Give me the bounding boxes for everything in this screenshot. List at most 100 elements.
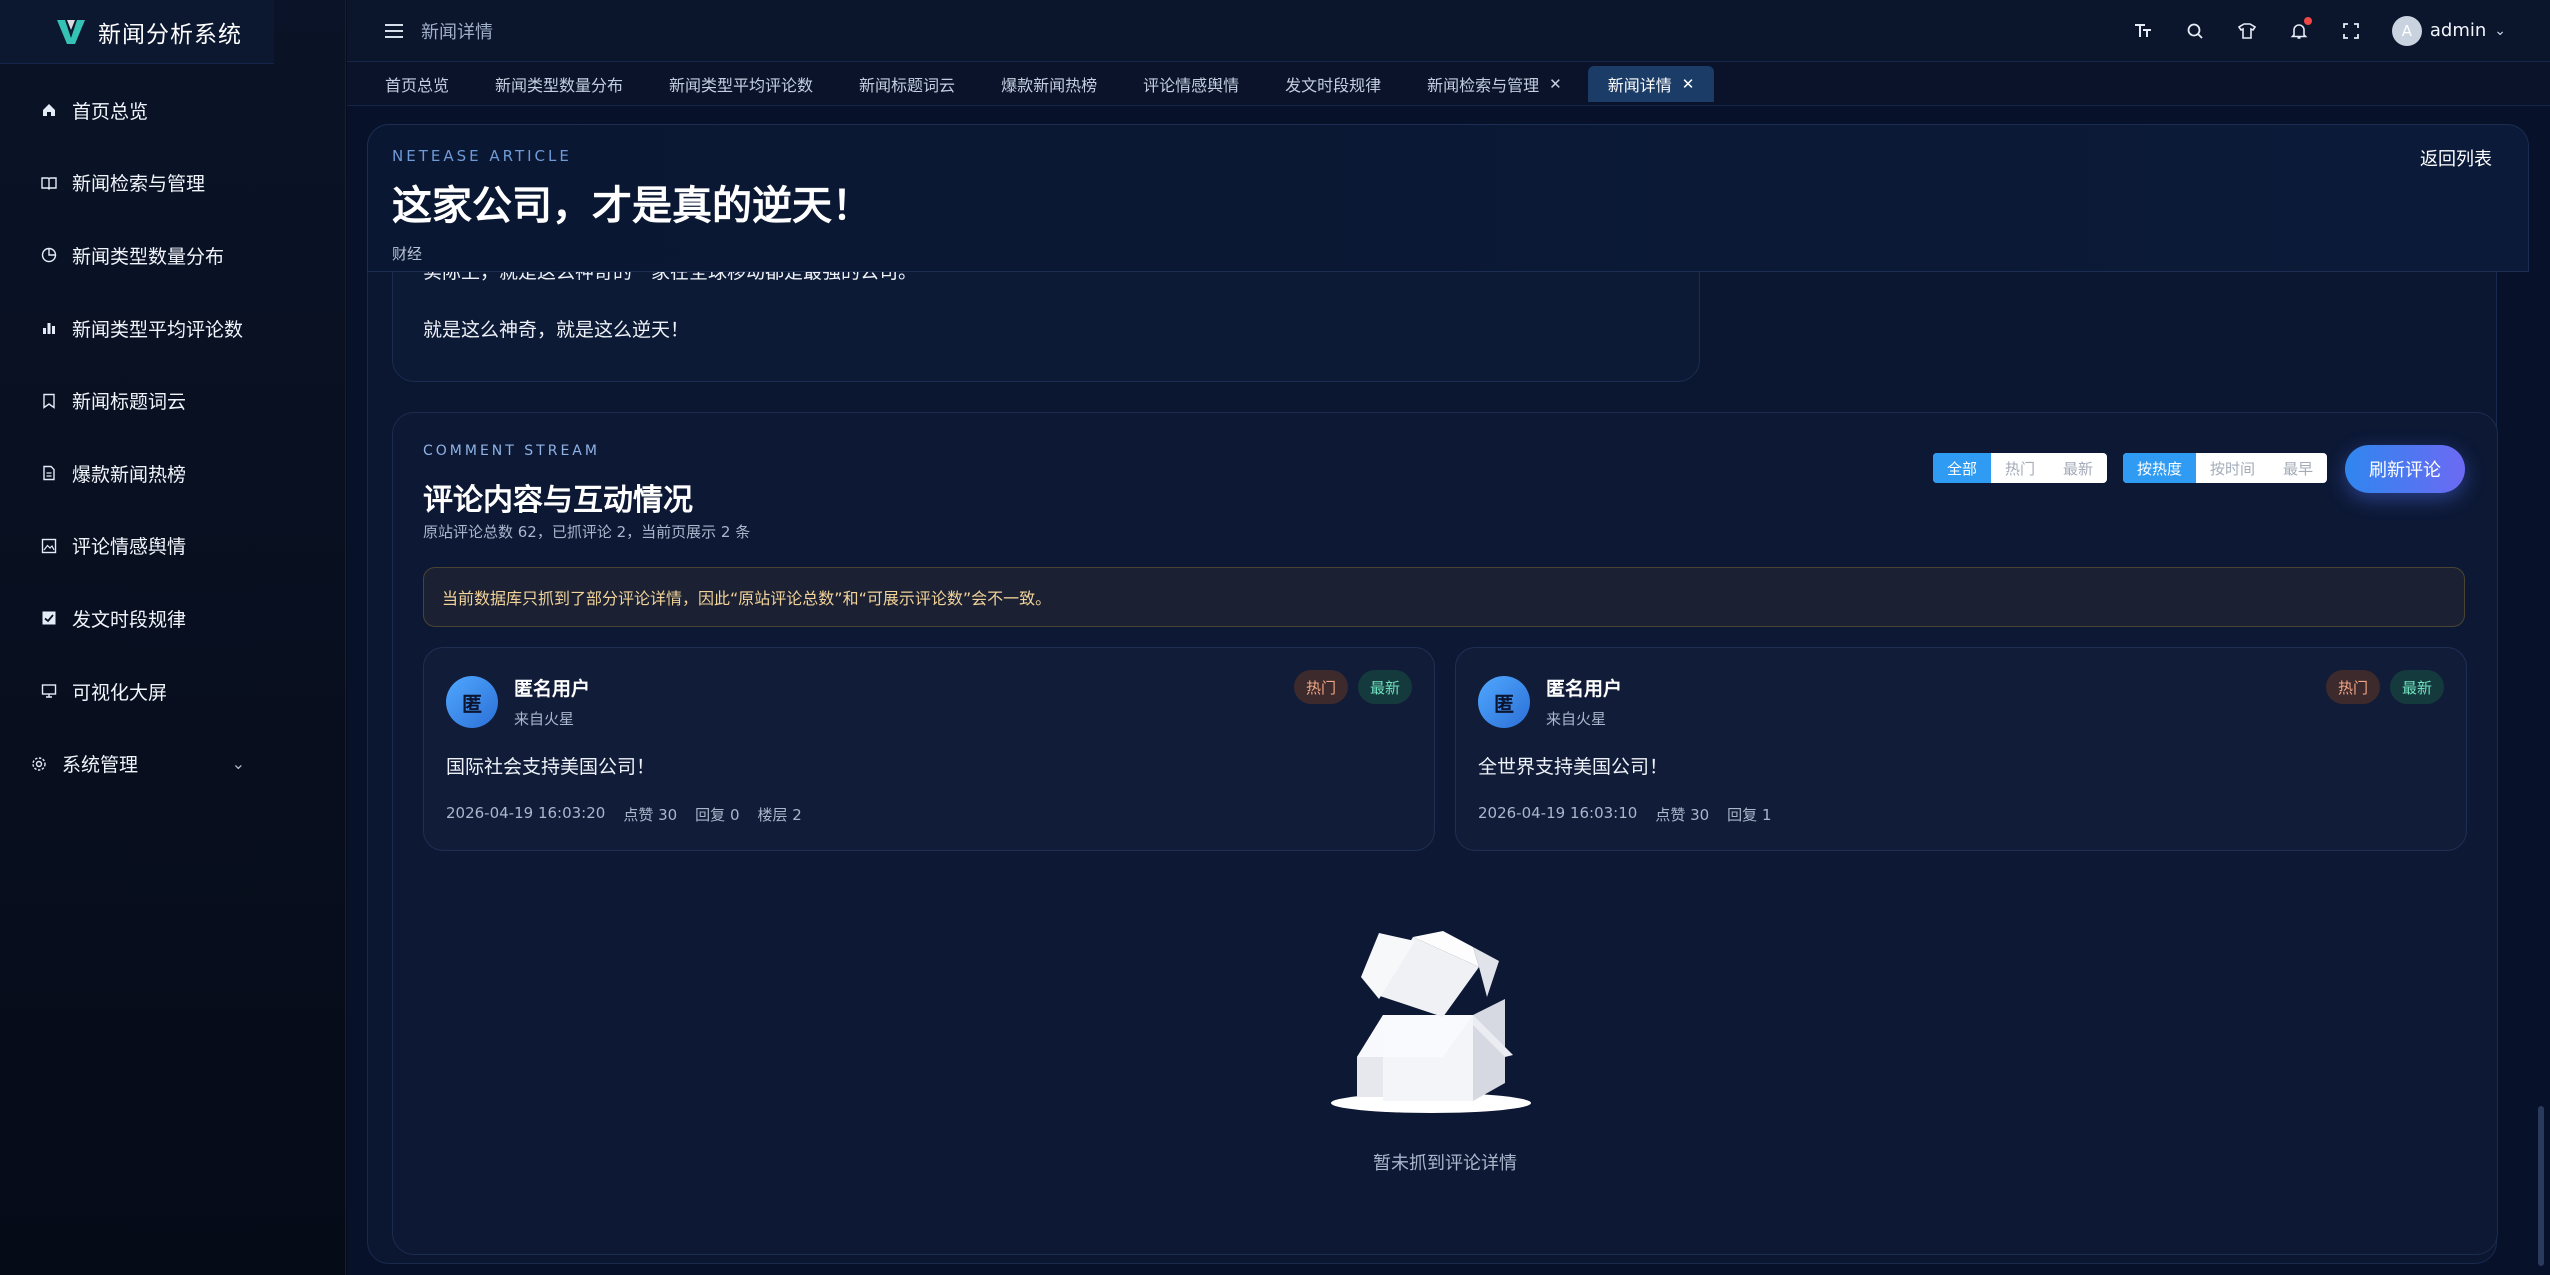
tab-news-detail[interactable]: 新闻详情 ✕ [1587,65,1715,102]
comment-author: 匿名用户 [514,678,591,700]
user-menu[interactable]: A admin ⌄ [2391,15,2506,46]
comment-text: 全世界支持美国公司！ [1478,756,1669,778]
tab-avg-comments[interactable]: 新闻类型平均评论数 [649,66,833,102]
document-icon [40,464,58,482]
scrollbar[interactable] [2538,1106,2544,1266]
home-icon [40,101,58,119]
pie-chart-icon [40,246,58,264]
comment-sort-segment: 按热度 按时间 最早 [2123,453,2328,483]
tab-news-search[interactable]: 新闻检索与管理 ✕ [1407,66,1582,102]
tab-label: 新闻类型数量分布 [495,75,624,95]
comment-text: 国际社会支持美国公司！ [446,756,656,778]
tab-label: 新闻检索与管理 [1427,75,1540,95]
sidebar-item-label: 新闻标题词云 [72,391,187,414]
font-size-icon[interactable] [2132,20,2154,42]
theme-shirt-icon[interactable] [2236,20,2258,42]
comment-likes: 点赞 30 [623,806,678,824]
fullscreen-icon[interactable] [2340,20,2362,42]
comment-card: 匿 匿名用户 来自火星 热门 最新 国际社会支持美国公司！ 2026-04-19… [423,647,1435,851]
latest-badge: 最新 [2389,670,2444,704]
empty-state-text: 暂未抓到评论详情 [1373,1153,1517,1174]
sidebar-item-label: 新闻类型平均评论数 [72,318,244,341]
comment-tags: 热门 最新 [1293,670,1412,704]
tab-type-distribution[interactable]: 新闻类型数量分布 [475,66,643,102]
comment-tags: 热门 最新 [2325,670,2444,704]
close-icon[interactable]: ✕ [1549,75,1562,93]
book-icon [40,174,58,192]
empty-box-icon [1331,931,1531,1113]
tab-label: 新闻标题词云 [859,75,956,95]
hot-badge: 热门 [1293,670,1348,704]
tab-strip: 首页总览 新闻类型数量分布 新闻类型平均评论数 新闻标题词云 爆款新闻热榜 评论… [347,62,2550,106]
article-body-line: 就是这么神奇，就是这么逆天！ [423,319,690,341]
sidebar-item-news-search[interactable]: 新闻检索与管理 [0,147,345,220]
hot-badge: 热门 [2325,670,2380,704]
sidebar-item-label: 新闻检索与管理 [72,173,206,196]
avatar: A [2391,15,2422,46]
comment-location: 来自火星 [514,710,575,728]
comment-filter-segment: 全部 热门 最新 [1933,453,2108,483]
tab-home[interactable]: 首页总览 [365,66,469,102]
comment-meta: 2026-04-19 16:03:10 点赞 30 回复 1 [1478,804,1771,825]
sidebar-item-word-cloud[interactable]: 新闻标题词云 [0,364,345,437]
menu-toggle-icon[interactable] [385,23,403,39]
search-icon[interactable] [2184,20,2206,42]
sidebar-item-type-distribution[interactable]: 新闻类型数量分布 [0,219,345,292]
comments-panel: COMMENT STREAM 评论内容与互动情况 原站评论总数 62，已抓评论 … [392,412,2498,1255]
comments-title: 评论内容与互动情况 [423,483,693,518]
sort-earliest-button[interactable]: 最早 [2269,453,2327,483]
comment-location: 来自火星 [1546,710,1607,728]
tab-label: 爆款新闻热榜 [1001,75,1098,95]
tab-label: 新闻详情 [1607,75,1672,95]
sort-hot-button[interactable]: 按热度 [2123,453,2197,483]
latest-badge: 最新 [1357,670,1412,704]
bell-icon[interactable] [2288,16,2312,42]
article-title: 这家公司，才是真的逆天！ [392,183,872,229]
tab-time-pattern[interactable]: 发文时段规律 [1265,66,1401,102]
sidebar-item-label: 发文时段规律 [72,608,187,631]
filter-all-button[interactable]: 全部 [1933,453,1992,483]
close-icon[interactable]: ✕ [1682,75,1695,93]
bar-chart-icon [40,319,58,337]
comment-card: 匿 匿名用户 来自火星 热门 最新 全世界支持美国公司！ 2026-04-19 … [1455,647,2467,851]
sidebar-item-avg-comments[interactable]: 新闻类型平均评论数 [0,292,345,365]
back-to-list-button[interactable]: 返回列表 [2420,145,2492,171]
tab-label: 发文时段规律 [1285,75,1382,95]
filter-hot-button[interactable]: 热门 [1991,453,2049,483]
comment-avatar: 匿 [446,676,498,728]
comment-likes: 点赞 30 [1655,806,1710,824]
article-category: 财经 [392,245,423,263]
tab-hot-news[interactable]: 爆款新闻热榜 [981,66,1117,102]
sidebar-item-big-screen[interactable]: 可视化大屏 [0,655,345,728]
sort-time-button[interactable]: 按时间 [2196,453,2269,483]
sidebar-menu: 首页总览 新闻检索与管理 新闻类型数量分布 新闻类型平均评论数 新闻标题词云 爆… [0,74,345,800]
top-actions: A admin ⌄ [2132,15,2506,46]
sidebar-item-label: 新闻类型数量分布 [72,245,225,268]
monitor-icon [40,682,58,700]
comment-time: 2026-04-19 16:03:20 [446,804,606,822]
filter-latest-button[interactable]: 最新 [2049,453,2107,483]
chevron-down-icon: ⌄ [2494,22,2506,39]
refresh-comments-button[interactable]: 刷新评论 [2345,445,2465,493]
bookmark-icon [40,392,58,410]
comments-summary: 原站评论总数 62，已抓评论 2，当前页展示 2 条 [423,523,751,541]
tab-sentiment[interactable]: 评论情感舆情 [1123,66,1259,102]
sidebar-item-sentiment[interactable]: 评论情感舆情 [0,510,345,583]
sidebar-item-system[interactable]: 系统管理 ⌄ [0,727,345,800]
comment-author: 匿名用户 [1546,678,1623,700]
notification-dot [2303,16,2312,25]
sidebar-item-hot-news[interactable]: 爆款新闻热榜 [0,437,345,510]
comment-floor: 楼层 2 [757,806,802,824]
username: admin [2429,20,2487,41]
comment-avatar: 匿 [1478,676,1530,728]
app-logo[interactable]: 新闻分析系统 [0,0,274,64]
sidebar-item-home[interactable]: 首页总览 [0,74,345,147]
article-header: NETEASE ARTICLE 这家公司，才是真的逆天！ 财经 返回列表 [367,124,2529,272]
sidebar-item-time-pattern[interactable]: 发文时段规律 [0,582,345,655]
tab-word-cloud[interactable]: 新闻标题词云 [839,66,975,102]
tab-label: 首页总览 [385,75,450,95]
sidebar-item-label: 可视化大屏 [72,681,168,704]
tab-label: 新闻类型平均评论数 [669,75,814,95]
comment-replies: 回复 1 [1727,806,1772,824]
tab-label: 评论情感舆情 [1143,75,1240,95]
